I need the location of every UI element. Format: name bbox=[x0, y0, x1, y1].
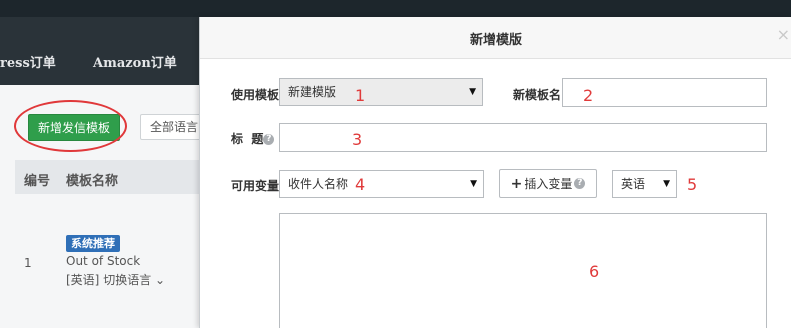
insert-variable-button[interactable]: + 插入变量 ? bbox=[499, 169, 597, 198]
new-mail-template-button[interactable]: 新增发信模板 bbox=[28, 114, 120, 141]
template-body-textarea[interactable] bbox=[279, 213, 767, 328]
template-name: Out of Stock bbox=[66, 254, 141, 268]
annotation-number-3: 3 bbox=[352, 130, 363, 149]
top-bar bbox=[0, 0, 791, 17]
row-index: 1 bbox=[24, 256, 32, 270]
table-header: 编号 模板名称 bbox=[15, 160, 200, 194]
variable-select[interactable]: 收件人名称 ▼ bbox=[279, 170, 484, 198]
template-language: [英语] 切换语言 ⌄ bbox=[66, 271, 165, 288]
use-template-select[interactable]: 新建模版 ▼ bbox=[279, 78, 483, 106]
language-tag: [英语] bbox=[66, 273, 100, 287]
dropdown-arrow-icon: ▼ bbox=[470, 179, 477, 189]
switch-language-link[interactable]: 切换语言 ⌄ bbox=[103, 273, 165, 287]
plus-icon: + bbox=[510, 175, 523, 192]
column-header-template-name: 模板名称 bbox=[66, 174, 119, 189]
main-nav: ress订单 Amazon订单 bbox=[0, 17, 200, 85]
annotation-number-1: 1 bbox=[355, 86, 366, 105]
new-template-name-label: 新模板名 bbox=[513, 88, 562, 102]
annotation-number-5: 5 bbox=[687, 175, 698, 194]
annotation-number-6: 6 bbox=[589, 262, 600, 281]
close-icon[interactable]: × bbox=[777, 25, 790, 44]
dropdown-arrow-icon: ▼ bbox=[663, 179, 670, 189]
modal-header: 新增模版 × bbox=[200, 17, 791, 59]
help-icon[interactable]: ? bbox=[263, 134, 275, 145]
annotation-number-4: 4 bbox=[355, 175, 366, 194]
chevron-down-icon: ⌄ bbox=[155, 273, 166, 287]
column-header-index: 编号 bbox=[24, 174, 51, 189]
annotation-number-2: 2 bbox=[583, 86, 594, 105]
language-select[interactable]: 英语 ▼ bbox=[612, 170, 677, 198]
dropdown-arrow-icon: ▼ bbox=[469, 87, 476, 97]
nav-item-aliexpress-orders[interactable]: ress订单 bbox=[0, 52, 56, 71]
title-label: 标 题? bbox=[231, 130, 275, 147]
available-variables-label: 可用变量 bbox=[231, 179, 279, 193]
system-recommend-badge: 系统推荐 bbox=[66, 235, 120, 252]
modal-title: 新增模版 bbox=[469, 33, 522, 48]
nav-item-amazon-orders[interactable]: Amazon订单 bbox=[93, 52, 177, 71]
help-icon: ? bbox=[574, 178, 586, 189]
use-template-label: 使用模板 bbox=[231, 88, 279, 102]
new-template-modal: 新增模版 × 使用模板 新建模版 ▼ 1 新模板名 2 标 题? 3 可用变量 … bbox=[199, 17, 791, 328]
